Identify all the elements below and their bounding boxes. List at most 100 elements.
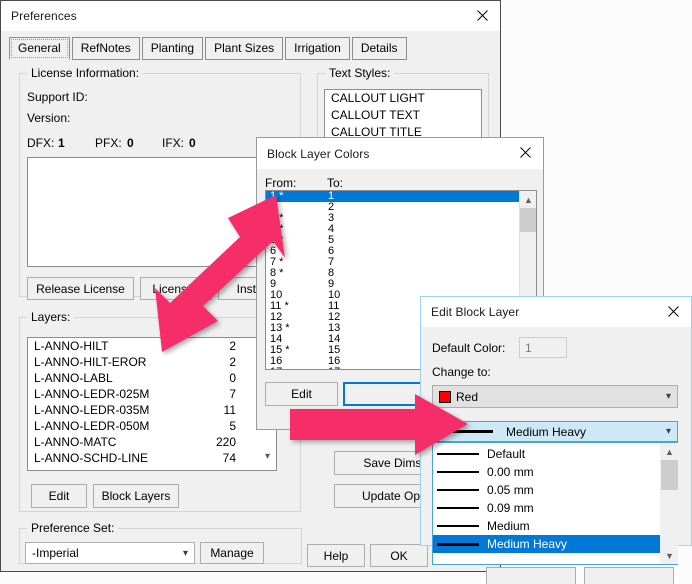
preferences-title: Preferences [11,9,77,23]
list-item[interactable]: CALLOUT TEXT [325,107,481,124]
tab-general[interactable]: General [9,37,70,60]
layer-name: L-ANNO-LEDR-025M [34,387,150,401]
version-label: Version: [27,111,71,125]
block-layer-colors-edit-button[interactable]: Edit [265,382,338,406]
tab-refnotes[interactable]: RefNotes [71,37,140,60]
text-styles-listbox[interactable]: CALLOUT LIGHT CALLOUT TEXT CALLOUT TITLE… [324,89,482,143]
license-information-legend: License Information: [27,66,144,80]
tab-details[interactable]: Details [351,37,407,60]
block-layer-colors-title: Block Layer Colors [267,146,370,161]
lineweight-preview-line [437,489,479,491]
table-row[interactable]: 8 * 8 [266,268,519,279]
list-item[interactable]: CALLOUT LIGHT [325,90,481,107]
dropdown-item[interactable]: 0.09 mm [433,499,660,517]
table-row[interactable]: 6 * 6 [266,246,519,257]
ok-button[interactable]: OK [370,544,428,567]
tab-planting[interactable]: Planting [141,37,204,60]
lineweight-preview-line [437,453,479,455]
scrollbar-thumb[interactable] [520,208,536,232]
edit-block-layer-ok-button[interactable] [486,567,576,584]
layer-count: 74 [222,451,236,465]
table-row[interactable]: L-ANNO-HILT-EROR 2 [28,354,276,370]
lineweight-dropdown-scrollbar[interactable]: ▲ ▼ [660,443,678,564]
color-combo[interactable]: Red ▾ [432,385,678,408]
license-info-textarea[interactable] [27,157,293,267]
table-row[interactable]: 5 * 5 [266,235,519,246]
close-icon[interactable] [507,138,543,167]
default-color-field[interactable]: 1 [519,337,567,358]
layers-legend: Layers: [27,310,75,324]
tab-plant-sizes[interactable]: Plant Sizes [205,37,284,60]
lineweight-dropdown[interactable]: Default 0.00 mm 0.05 mm 0.09 mm Medium M… [432,442,678,565]
release-license-button[interactable]: Release License [27,277,134,300]
from-column-label: From: [265,176,297,190]
dropdown-item[interactable]: Medium Heavy [433,535,660,553]
dropdown-item-label: Default [487,447,526,461]
table-row[interactable]: 3 * 3 [266,213,519,224]
to-column-label: To: [327,176,344,190]
layer-name: L-ANNO-HILT-EROR [34,355,147,369]
lineweight-preview-line [437,525,479,527]
chevron-down-icon[interactable]: ▾ [265,451,270,462]
edit-block-layer-cancel-button[interactable] [584,567,674,584]
dropdown-item[interactable]: Medium [433,517,660,535]
table-row[interactable]: 1 * 1 [266,191,519,202]
table-row[interactable]: L-ANNO-LEDR-025M 7 [28,386,276,402]
layer-count: 7 [229,387,236,401]
help-button[interactable]: Help [307,544,365,567]
block-layer-colors-secondary-button[interactable] [343,382,427,406]
lineweight-preview-line [437,507,479,509]
preference-set-value: -Imperial [32,546,79,560]
manage-button[interactable]: Manage [200,542,264,564]
layer-count: 5 [229,419,236,433]
close-icon[interactable] [464,1,500,30]
layers-listbox[interactable]: L-ANNO-HILT 2 L-ANNO-HILT-EROR 2 L-ANNO-… [27,337,277,471]
dropdown-item-label: Medium [487,519,530,533]
layer-name: L-ANNO-HILT [34,339,109,353]
dropdown-item-label: Medium Heavy [487,537,568,551]
edit-block-layer-title: Edit Block Layer [431,305,520,319]
lineweight-combo[interactable]: Medium Heavy ▾ [432,421,678,442]
table-row[interactable]: L-ANNO-LEDR-050M 5 [28,418,276,434]
block-layers-button[interactable]: Block Layers [93,484,179,508]
color-combo-value: Red [456,389,479,404]
dropdown-item[interactable]: 0.00 mm [433,463,660,481]
layer-count: 11 [223,403,236,417]
table-row[interactable]: 4 * 4 [266,224,519,235]
table-row[interactable]: L-ANNO-HILT 2 [28,338,276,354]
dropdown-item[interactable]: Default [433,445,660,463]
dropdown-item[interactable]: 0.05 mm [433,481,660,499]
table-row[interactable]: 7 * 7 [266,257,519,268]
chevron-down-icon[interactable]: ▾ [666,426,671,437]
close-icon[interactable] [655,297,691,326]
edit-block-layer-dialog: Edit Block Layer Default Color: 1 Change… [420,296,692,584]
pfx-value: 0 [127,136,134,150]
layers-edit-button[interactable]: Edit [31,484,87,508]
table-row[interactable]: L-ANNO-MATC 220 [28,434,276,450]
ifx-value: 0 [189,136,196,150]
scroll-up-icon[interactable]: ▲ [661,443,678,460]
table-row[interactable]: L-ANNO-LABL 0 [28,370,276,386]
default-color-label: Default Color: [432,341,506,355]
chevron-down-icon[interactable]: ▾ [183,548,188,559]
table-row[interactable]: L-ANNO-LEDR-035M 11 [28,402,276,418]
change-to-label: Change to: [432,365,491,379]
scrollbar-thumb[interactable] [661,460,678,490]
dfx-value: 1 [58,136,65,150]
tab-irrigation[interactable]: Irrigation [285,37,350,60]
table-row[interactable]: 9 9 [266,279,519,290]
layer-name: L-ANNO-LEDR-035M [34,403,150,417]
layer-count: 0 [229,371,236,385]
scroll-down-icon[interactable]: ▼ [661,547,678,564]
dropdown-item-label: 0.05 mm [487,483,534,497]
preference-set-combo[interactable]: -Imperial ▾ [25,542,195,564]
preferences-titlebar: Preferences [1,1,500,31]
chevron-down-icon[interactable]: ▾ [666,391,671,402]
scroll-up-icon[interactable]: ▲ [520,191,536,208]
table-row[interactable]: 2 2 [266,202,519,213]
licenses-button[interactable]: Licenses [140,277,212,300]
lineweight-preview-line [437,471,479,473]
lineweight-preview-line [437,542,479,546]
preferences-tabstrip: General RefNotes Planting Plant Sizes Ir… [9,37,407,60]
table-row[interactable]: L-ANNO-SCHD-LINE 74 [28,450,276,466]
